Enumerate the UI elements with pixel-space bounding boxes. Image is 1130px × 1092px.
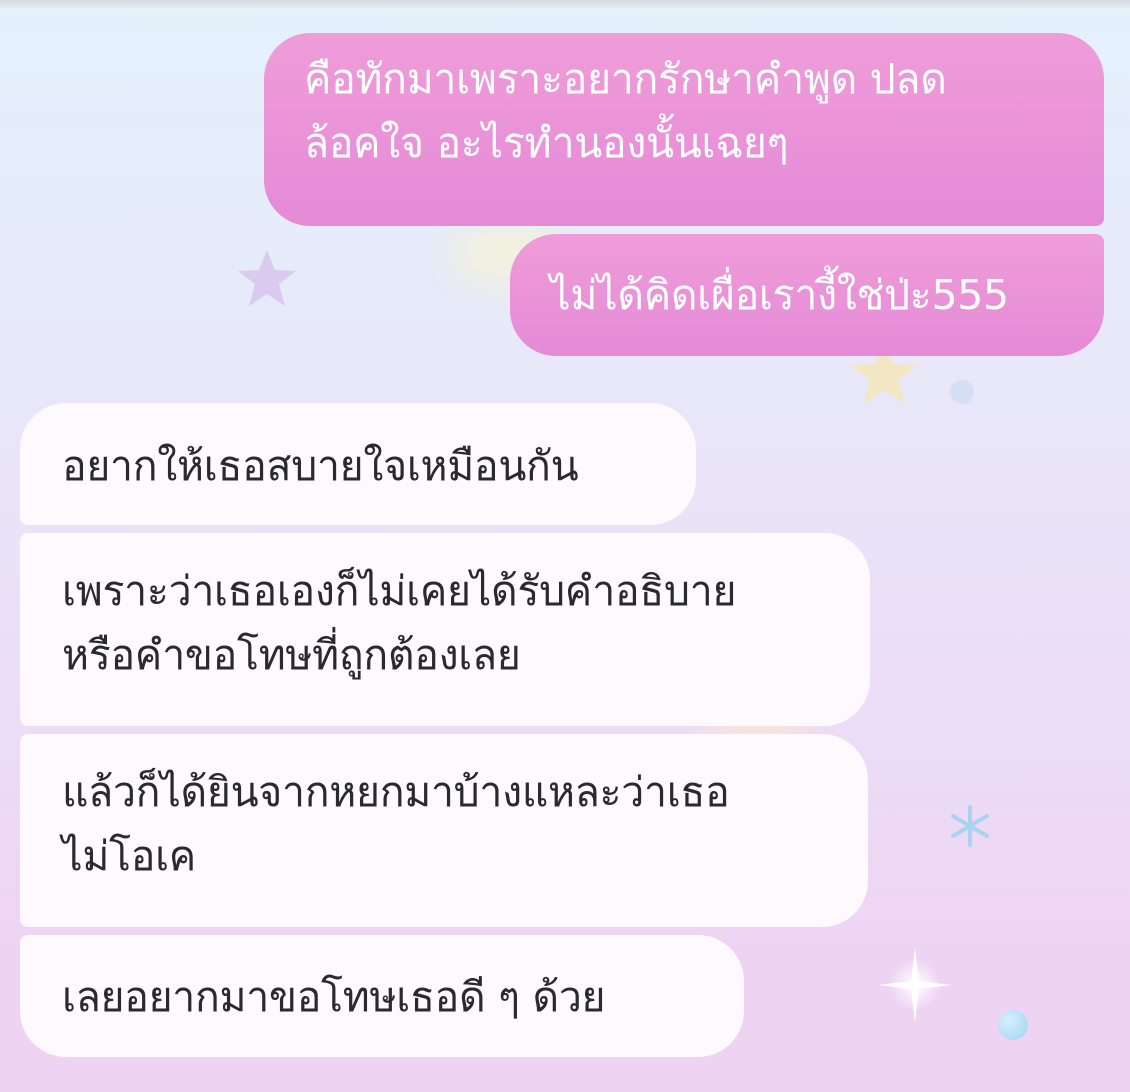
received-message-bubble[interactable]: อยากให้เธอสบายใจเหมือนกัน bbox=[20, 403, 696, 525]
received-message-bubble[interactable]: แล้วก็ได้ยินจากหยกมาบ้างแหละว่าเธอ ไม่โอ… bbox=[20, 734, 868, 927]
message-text-line: หรือคำขอโทษที่ถูกต้องเลย bbox=[62, 631, 521, 679]
sent-message-bubble[interactable]: ไม่ได้คิดเผื่อเรางี้ใช่ป่ะ555 bbox=[510, 234, 1104, 356]
chat-message-list[interactable]: คือทักมาเพราะอยากรักษาคำพูด ปลด ล้อคใจ อ… bbox=[0, 0, 1130, 1092]
message-text-line: เพราะว่าเธอเองก็ไม่เคยได้รับคำอธิบาย bbox=[62, 567, 737, 615]
received-message-bubble[interactable]: เลยอยากมาขอโทษเธอดี ๆ ด้วย bbox=[20, 935, 744, 1057]
message-text-line: ไม่ได้คิดเผื่อเรางี้ใช่ป่ะ555 bbox=[550, 271, 1009, 319]
received-message-bubble[interactable]: เพราะว่าเธอเองก็ไม่เคยได้รับคำอธิบาย หรื… bbox=[20, 533, 870, 726]
sent-message-bubble[interactable]: คือทักมาเพราะอยากรักษาคำพูด ปลด ล้อคใจ อ… bbox=[264, 33, 1104, 226]
message-text-line: คือทักมาเพราะอยากรักษาคำพูด ปลด bbox=[304, 55, 947, 103]
message-text-line: แล้วก็ได้ยินจากหยกมาบ้างแหละว่าเธอ bbox=[62, 768, 730, 816]
message-text-line: เลยอยากมาขอโทษเธอดี ๆ ด้วย bbox=[62, 973, 606, 1021]
message-text-line: ล้อคใจ อะไรทำนองนั้นเฉยๆ bbox=[304, 119, 789, 167]
message-text-line: ไม่โอเค bbox=[62, 832, 196, 880]
message-text-line: อยากให้เธอสบายใจเหมือนกัน bbox=[62, 442, 579, 490]
